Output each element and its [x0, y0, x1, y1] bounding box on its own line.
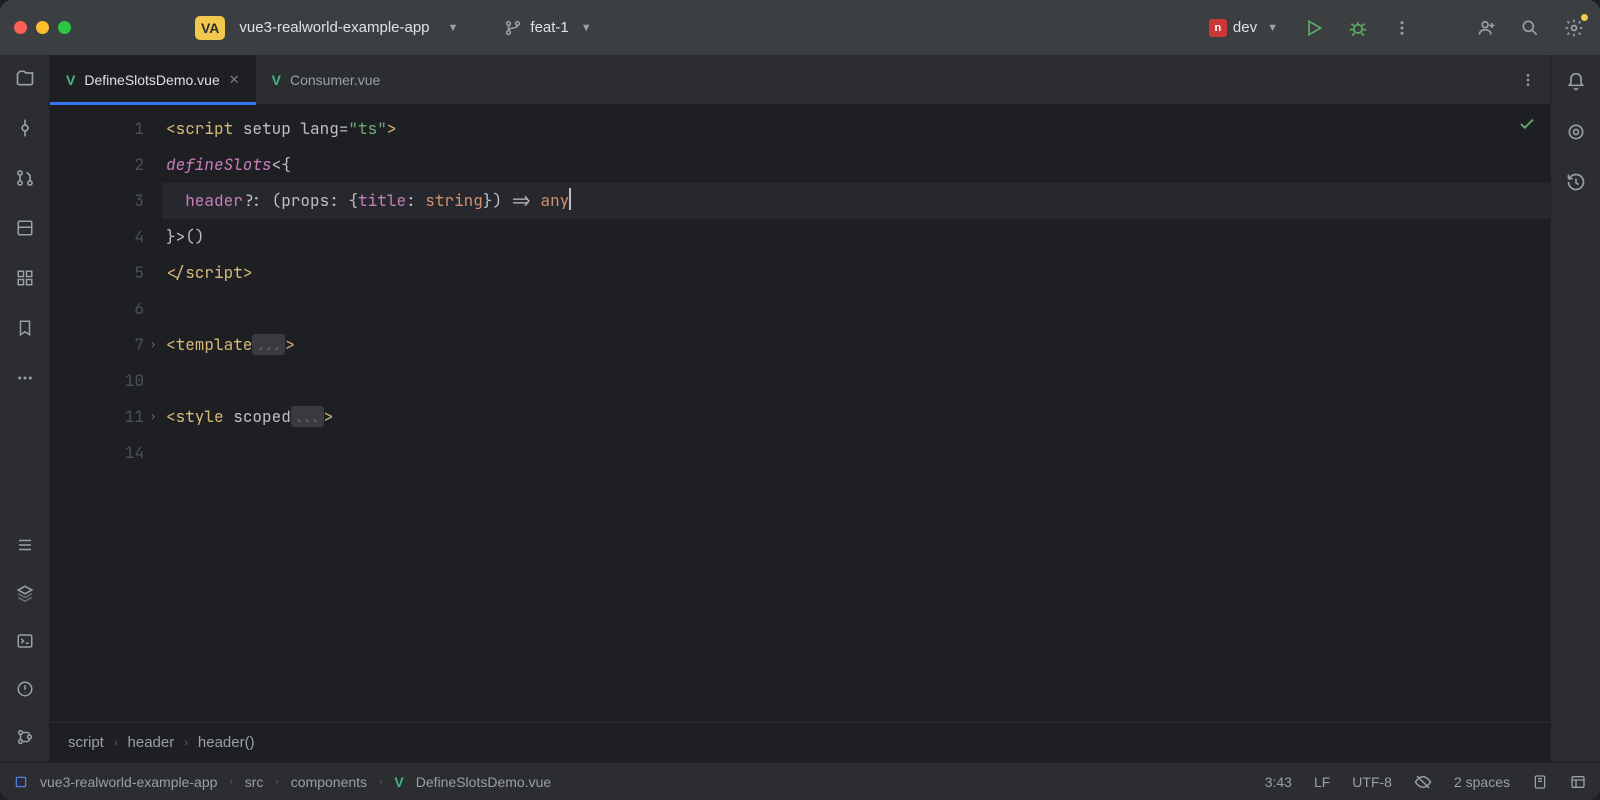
vcs-tool-button[interactable] — [14, 726, 36, 748]
todo-tool-button[interactable] — [14, 534, 36, 556]
chevron-right-icon: › — [229, 776, 232, 787]
tab-label: Consumer.vue — [290, 72, 380, 88]
line-separator[interactable]: LF — [1314, 774, 1330, 790]
tab-consumer[interactable]: V Consumer.vue — [256, 55, 397, 104]
nav-segment[interactable]: src — [245, 774, 264, 790]
branch-icon — [504, 19, 522, 37]
status-bar: vue3-realworld-example-app › src › compo… — [0, 762, 1600, 800]
chevron-down-icon: ▼ — [1263, 22, 1282, 34]
search-button[interactable] — [1518, 16, 1542, 40]
inspection-ok-icon[interactable] — [1518, 115, 1536, 133]
vue-icon: V — [394, 774, 403, 790]
file-encoding[interactable]: UTF-8 — [1352, 774, 1392, 790]
debug-button[interactable] — [1346, 16, 1370, 40]
run-config-selector[interactable]: n dev ▼ — [1209, 19, 1282, 37]
project-name[interactable]: vue3-realworld-example-app — [239, 19, 429, 36]
project-badge: VA — [195, 16, 225, 40]
terminal-tool-button[interactable] — [14, 630, 36, 652]
indent-setting[interactable]: 2 spaces — [1454, 774, 1510, 790]
text-caret — [569, 188, 571, 210]
module-icon — [14, 775, 28, 789]
chevron-down-icon[interactable]: ▼ — [444, 22, 463, 34]
chevron-right-icon: › — [184, 737, 188, 749]
breadcrumb: script › header › header() — [50, 722, 1550, 762]
folded-region[interactable]: ... — [252, 334, 285, 355]
branch-selector[interactable]: feat-1 ▼ — [504, 19, 595, 37]
crumb[interactable]: header — [128, 734, 175, 751]
line-gutter: 1 2 3 4 5 6 7 10 11 14 › › — [50, 105, 162, 722]
run-button[interactable] — [1302, 16, 1326, 40]
collaborate-button[interactable] — [1474, 16, 1498, 40]
commit-tool-button[interactable] — [14, 117, 36, 139]
ai-assistant-button[interactable] — [1565, 121, 1587, 143]
right-toolbar — [1550, 55, 1600, 762]
close-window-button[interactable] — [14, 21, 27, 34]
chevron-right-icon: › — [114, 737, 118, 749]
settings-button[interactable] — [1562, 16, 1586, 40]
minimize-window-button[interactable] — [36, 21, 49, 34]
readonly-toggle[interactable] — [1414, 773, 1432, 791]
memory-indicator[interactable] — [1532, 774, 1548, 790]
window-controls — [14, 21, 71, 34]
nav-segment[interactable]: components — [291, 774, 367, 790]
vue-icon: V — [272, 72, 281, 88]
run-config-name: dev — [1233, 19, 1257, 36]
chevron-right-icon: › — [275, 776, 278, 787]
pull-requests-tool-button[interactable] — [14, 167, 36, 189]
crumb[interactable]: header() — [198, 734, 255, 751]
code-area[interactable]: <script setup lang="ts"> defineSlots<{ h… — [162, 105, 1550, 722]
problems-tool-button[interactable] — [14, 678, 36, 700]
build-tool-button[interactable] — [14, 582, 36, 604]
nav-project[interactable]: vue3-realworld-example-app — [40, 774, 217, 790]
npm-icon: n — [1209, 19, 1227, 37]
chevron-down-icon: ▼ — [577, 22, 596, 34]
cursor-position[interactable]: 3:43 — [1265, 774, 1292, 790]
folded-region[interactable]: ... — [291, 406, 324, 427]
close-tab-button[interactable]: ✕ — [229, 72, 240, 88]
notifications-button[interactable] — [1565, 71, 1587, 93]
editor-tabs: V DefineSlotsDemo.vue ✕ V Consumer.vue — [50, 55, 1550, 105]
update-indicator-dot — [1581, 14, 1588, 21]
tab-define-slots-demo[interactable]: V DefineSlotsDemo.vue ✕ — [50, 55, 256, 104]
history-button[interactable] — [1565, 171, 1587, 193]
more-actions-button[interactable] — [1390, 16, 1414, 40]
services-tool-button[interactable] — [14, 267, 36, 289]
tool-window-layout-button[interactable] — [1570, 774, 1586, 790]
tab-label: DefineSlotsDemo.vue — [84, 72, 219, 88]
left-toolbar — [0, 55, 50, 762]
structure-tool-button[interactable] — [14, 217, 36, 239]
project-tool-button[interactable] — [14, 67, 36, 89]
fold-toggle[interactable]: › — [146, 327, 160, 363]
tab-options-button[interactable] — [1506, 55, 1550, 104]
titlebar: VA vue3-realworld-example-app ▼ feat-1 ▼… — [0, 0, 1600, 55]
more-tools-button[interactable] — [14, 367, 36, 389]
code-editor[interactable]: 1 2 3 4 5 6 7 10 11 14 › › — [50, 105, 1550, 722]
crumb[interactable]: script — [68, 734, 104, 751]
bookmarks-tool-button[interactable] — [14, 317, 36, 339]
branch-name: feat-1 — [530, 19, 568, 36]
vue-icon: V — [66, 72, 75, 88]
fold-toggle[interactable]: › — [146, 399, 160, 435]
maximize-window-button[interactable] — [58, 21, 71, 34]
nav-file[interactable]: DefineSlotsDemo.vue — [416, 774, 551, 790]
chevron-right-icon: › — [379, 776, 382, 787]
